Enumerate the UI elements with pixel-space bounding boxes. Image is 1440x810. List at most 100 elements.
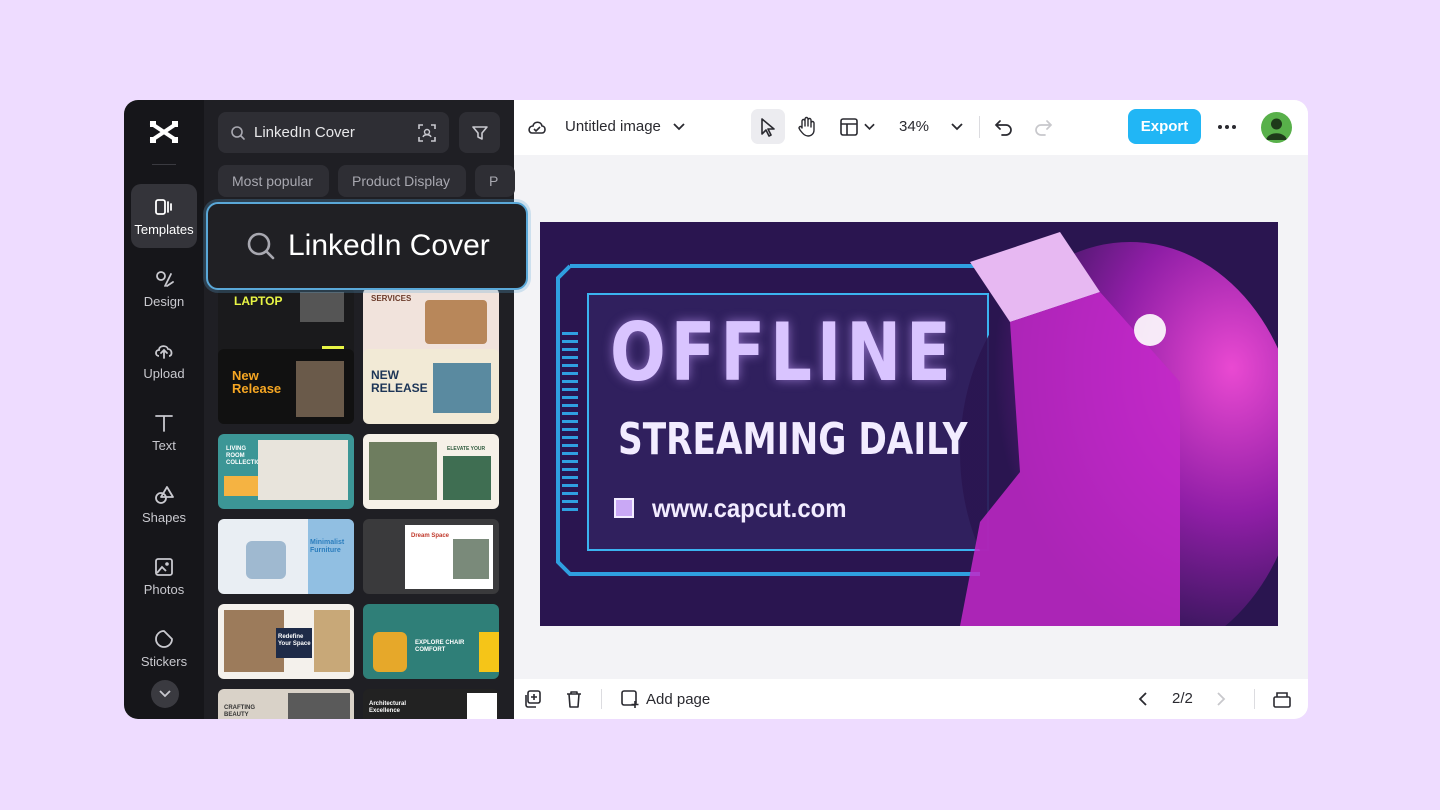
add-page-button[interactable]: Add page (620, 689, 710, 709)
templates-icon (155, 198, 172, 215)
template-thumb[interactable]: EXPLORE CHAIR COMFORT (363, 604, 499, 679)
thumb-image (443, 456, 491, 500)
pointer-icon (761, 118, 775, 137)
thumb-image (246, 541, 286, 579)
thumb-image (224, 610, 284, 672)
thumb-title: Architectural Excellence (369, 701, 407, 714)
page-manager-button[interactable] (1272, 689, 1292, 709)
thumb-image (467, 693, 497, 719)
chevron-down-icon (673, 122, 685, 130)
nav-item-photos[interactable]: Photos (131, 544, 197, 608)
nav-item-design[interactable]: Design (131, 256, 197, 320)
template-thumb[interactable]: LIVING ROOM COLLECTION (218, 434, 354, 509)
hand-tool-button[interactable] (797, 116, 817, 138)
search-value: LinkedIn Cover (254, 124, 355, 141)
filter-icon (471, 125, 488, 140)
template-thumb[interactable]: Dream Space (363, 519, 499, 594)
template-thumb[interactable]: Redefine Your Space (218, 604, 354, 679)
chevron-down-icon (951, 122, 963, 130)
layout-dropdown[interactable] (839, 117, 875, 137)
prev-page-button[interactable] (1138, 691, 1148, 707)
duplicate-icon (525, 690, 541, 708)
upload-icon (155, 344, 173, 359)
layout-icon (840, 118, 858, 136)
thumb-title: Redefine Your Space (278, 634, 311, 647)
nav-label: Templates (134, 221, 194, 237)
undo-button[interactable] (994, 117, 1014, 137)
toolbar-divider (601, 689, 602, 709)
chevron-down-icon (864, 123, 875, 131)
shapes-icon (155, 485, 174, 504)
thumb-image (296, 361, 344, 417)
search-icon (247, 232, 275, 260)
photos-icon (155, 557, 173, 576)
thumb-image (258, 440, 348, 500)
stickers-icon (155, 629, 173, 648)
nav-item-text[interactable]: Text (131, 400, 197, 464)
nav-item-upload[interactable]: Upload (131, 328, 197, 392)
thumb-title: LAPTOP (234, 294, 283, 308)
chip-more[interactable]: P (475, 165, 515, 197)
text-icon (155, 414, 173, 432)
nav-item-stickers[interactable]: Stickers (131, 616, 197, 680)
design-icon (156, 270, 174, 287)
next-page-button[interactable] (1216, 691, 1226, 707)
callout-text: LinkedIn Cover (288, 229, 490, 262)
nav-label: Design (143, 293, 185, 309)
doc-title-dropdown[interactable]: Untitled image (565, 118, 685, 135)
thumb-image (300, 292, 344, 322)
canvas-headline[interactable]: OFFLINE (610, 310, 956, 396)
trash-icon (567, 691, 581, 708)
canvas-subheadline[interactable]: STREAMING DAILY (618, 416, 968, 464)
thumb-accent (308, 519, 354, 594)
thumb-image (288, 693, 350, 719)
template-thumb[interactable]: New Release (218, 349, 354, 424)
url-bullet (614, 498, 634, 518)
more-options-button[interactable] (1217, 124, 1237, 130)
template-thumb[interactable]: Minimalist Furniture (218, 519, 354, 594)
select-tool-button[interactable] (759, 117, 777, 137)
chip-label: Most popular (232, 173, 313, 189)
avatar[interactable] (1261, 112, 1292, 143)
nav-item-shapes[interactable]: Shapes (131, 472, 197, 536)
thumb-accent (479, 632, 499, 672)
hand-icon (798, 116, 815, 137)
delete-page-button[interactable] (565, 689, 583, 709)
cloud-icon (528, 121, 546, 134)
nav-label: Stickers (140, 653, 188, 669)
zoom-dropdown[interactable]: 34% (899, 118, 963, 135)
thumb-image (453, 539, 489, 579)
cloud-sync-button[interactable] (526, 117, 548, 137)
export-button[interactable]: Export (1128, 109, 1201, 144)
template-thumb[interactable]: NEW RELEASE (363, 349, 499, 424)
left-nav: Templates Design Upload Text Shapes Phot… (124, 100, 204, 719)
redo-icon (1035, 120, 1053, 136)
template-thumb[interactable]: Architectural Excellence (363, 689, 499, 719)
zoom-value: 34% (899, 118, 930, 135)
nav-item-templates[interactable]: Templates (131, 184, 197, 248)
template-thumb[interactable]: CRAFTING BEAUTY (218, 689, 354, 719)
nav-label: Upload (143, 365, 185, 381)
nav-label: Shapes (141, 509, 187, 525)
toolbar-divider (979, 116, 980, 138)
image-search-icon[interactable] (417, 123, 437, 143)
pages-icon (1273, 692, 1291, 708)
page-indicator-text: 2/2 (1172, 690, 1193, 707)
thumb-image (369, 442, 437, 500)
design-canvas[interactable]: OFFLINE STREAMING DAILY www.capcut.com (540, 222, 1278, 626)
thumb-title: CRAFTING BEAUTY (224, 705, 255, 718)
templates-panel: LinkedIn Cover Most popular Product Disp… (204, 100, 515, 719)
search-input[interactable]: LinkedIn Cover (218, 112, 449, 153)
chip-product-display[interactable]: Product Display (338, 165, 466, 197)
canvas-url[interactable]: www.capcut.com (652, 492, 847, 524)
redo-button[interactable] (1033, 117, 1053, 137)
chip-most-popular[interactable]: Most popular (218, 165, 329, 197)
doc-title: Untitled image (565, 118, 661, 135)
duplicate-page-button[interactable] (522, 689, 542, 709)
template-thumb[interactable]: ELEVATE YOUR SPACE (363, 434, 499, 509)
chip-label: P (489, 173, 499, 189)
filter-button[interactable] (459, 112, 500, 153)
app-window: Templates Design Upload Text Shapes Phot… (124, 100, 1308, 719)
nav-expand-button[interactable] (151, 680, 179, 708)
more-icon (1218, 125, 1236, 129)
